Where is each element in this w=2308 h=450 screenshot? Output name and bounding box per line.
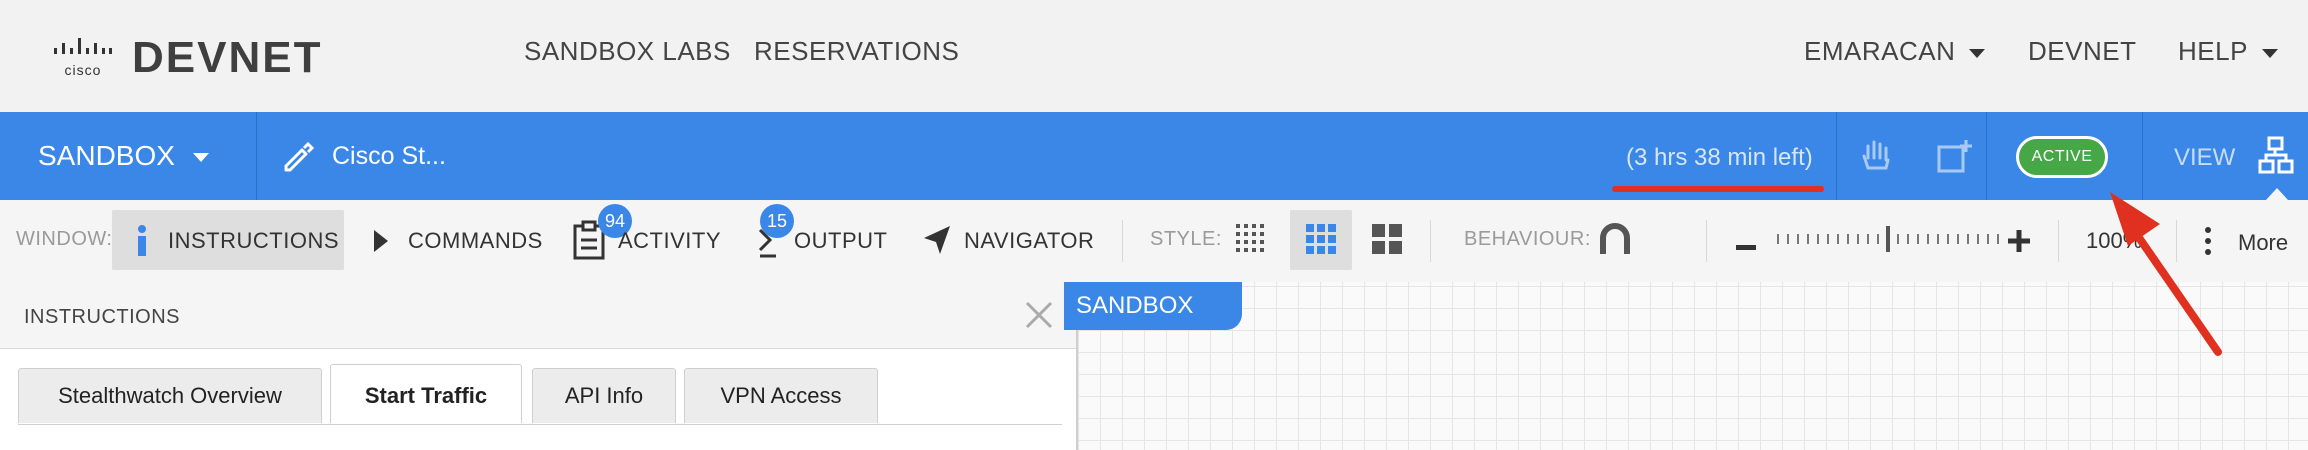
divider: [1706, 220, 1707, 262]
devnet-wordmark: DEVNET: [132, 33, 323, 82]
navigator-button[interactable]: NAVIGATOR: [964, 228, 1094, 254]
sandbox-bar: SANDBOX Cisco St... (3 hrs 38 min left) …: [0, 112, 2308, 200]
time-remaining: (3 hrs 38 min left): [1626, 144, 1813, 171]
instructions-panel: INSTRUCTIONS Stealthwatch Overview Start…: [0, 282, 1078, 450]
devnet-logo[interactable]: cisco DEVNET: [48, 33, 323, 82]
tab-api-info[interactable]: API Info: [532, 368, 676, 423]
divider: [1836, 112, 1837, 200]
tab-stealthwatch-overview[interactable]: Stealthwatch Overview: [18, 368, 322, 423]
activity-button[interactable]: ACTIVITY: [618, 228, 721, 254]
chevron-down-icon: [2261, 48, 2278, 58]
panel-title: INSTRUCTIONS: [24, 306, 180, 328]
nav-devnet[interactable]: DEVNET: [2028, 36, 2136, 67]
commands-button[interactable]: COMMANDS: [408, 228, 543, 254]
fine-grid-icon[interactable]: [1236, 224, 1266, 259]
cisco-wordmark: cisco: [64, 62, 102, 78]
medium-grid-icon: [1306, 224, 1336, 259]
output-count-badge: 15: [760, 204, 794, 238]
chevron-down-icon: [192, 153, 209, 163]
tab-start-traffic[interactable]: Start Traffic: [330, 364, 522, 423]
window-toolbar: WINDOW: INSTRUCTIONS COMMANDS 94 ACTIVIT…: [0, 200, 2308, 283]
top-header: cisco DEVNET SANDBOX LABS RESERVATIONS E…: [0, 0, 2308, 112]
close-icon[interactable]: [1024, 300, 1054, 335]
tab-baseline: [18, 424, 1062, 425]
help-label: HELP: [2178, 36, 2248, 66]
sandbox-menu-label: SANDBOX: [38, 140, 175, 171]
info-icon: [130, 224, 154, 263]
output-button[interactable]: OUTPUT: [794, 228, 887, 254]
magnet-icon[interactable]: [1598, 222, 1632, 261]
user-menu[interactable]: EMARACAN: [1804, 36, 1986, 67]
lab-name[interactable]: Cisco St...: [332, 142, 446, 171]
more-button[interactable]: More: [2238, 230, 2288, 256]
zoom-out-icon[interactable]: [1736, 238, 1756, 256]
divider: [1122, 220, 1123, 262]
nav-reservations[interactable]: RESERVATIONS: [754, 36, 959, 67]
status-badge: ACTIVE: [2016, 136, 2108, 178]
zoom-slider-thumb[interactable]: [1886, 226, 1890, 252]
help-menu[interactable]: HELP: [2178, 36, 2278, 67]
view-pointer-icon: [2266, 188, 2288, 200]
instructions-label[interactable]: INSTRUCTIONS: [168, 228, 339, 254]
play-icon: [372, 228, 390, 259]
nav-sandbox-labs[interactable]: SANDBOX LABS: [524, 36, 731, 67]
divider: [1986, 112, 1987, 200]
cisco-logo-icon: cisco: [48, 34, 118, 82]
tab-vpn-access[interactable]: VPN Access: [684, 368, 878, 423]
style-label: STYLE:: [1150, 228, 1222, 250]
window-label: WINDOW:: [16, 228, 113, 250]
large-grid-icon[interactable]: [1372, 224, 1402, 259]
sandbox-menu[interactable]: SANDBOX: [38, 140, 209, 172]
divider: [256, 112, 257, 200]
zoom-slider[interactable]: [1776, 224, 2002, 254]
canvas-sandbox-tag: SANDBOX: [1064, 282, 1242, 330]
add-page-icon[interactable]: [1936, 138, 1974, 179]
annotation-underline: [1612, 186, 1824, 192]
user-name: EMARACAN: [1804, 36, 1956, 66]
chevron-down-icon: [1969, 48, 1986, 58]
divider: [2058, 220, 2059, 262]
edit-pencil-icon[interactable]: [280, 140, 315, 179]
behaviour-label: BEHAVIOUR:: [1464, 228, 1591, 250]
panel-header: INSTRUCTIONS: [0, 282, 1076, 349]
navigator-arrow-icon: [920, 224, 954, 263]
view-label: VIEW: [2174, 144, 2236, 171]
annotation-arrow-icon: [2110, 192, 2222, 356]
network-topology-icon[interactable]: [2258, 136, 2294, 179]
zoom-in-icon[interactable]: [2008, 230, 2030, 257]
hand-icon[interactable]: [1860, 138, 1894, 179]
divider: [1430, 220, 1431, 262]
